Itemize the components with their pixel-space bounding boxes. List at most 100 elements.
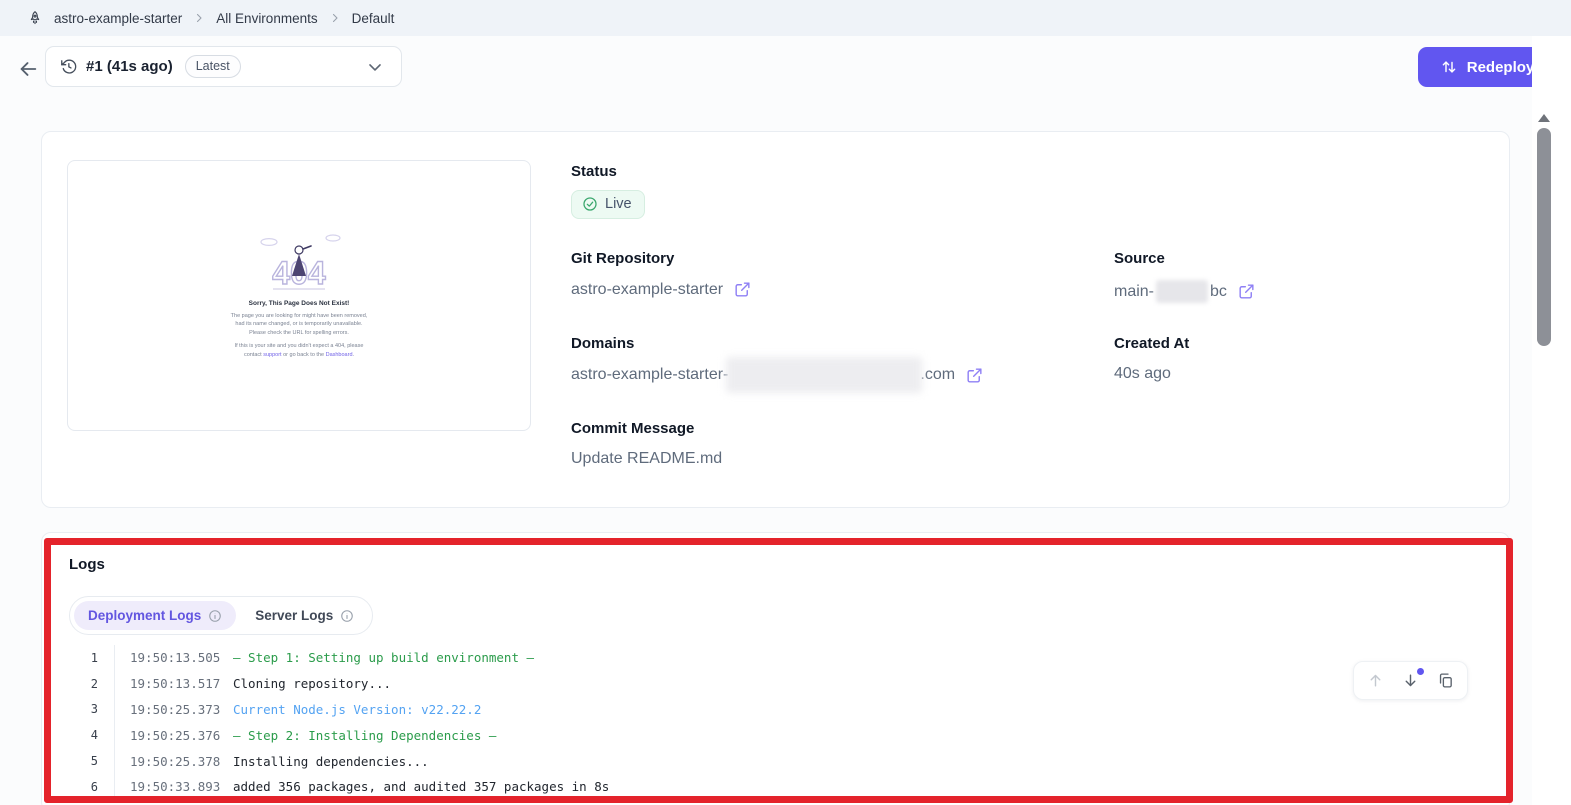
domain-prefix: astro-example-starter- — [571, 366, 729, 383]
redacted-commit-hash — [1156, 280, 1209, 303]
source-hash-suffix: bc — [1210, 282, 1227, 300]
status-label: Status — [571, 163, 617, 180]
preview-dashboard-link: Dashboard — [325, 351, 353, 358]
redeploy-arrows-icon — [1440, 58, 1458, 76]
preview-line1: The page you are looking for might have … — [230, 312, 368, 319]
scroll-to-bottom-button[interactable] — [1402, 668, 1424, 689]
deployment-overview-card: 404 Sorry, This Page Does Not Exist! The… — [41, 131, 1510, 508]
log-line-number: 2 — [90, 676, 98, 691]
source-label: Source — [1114, 250, 1165, 267]
preview-line4: If this is your site and you didn't expe… — [234, 343, 364, 350]
arrow-up-icon — [1370, 674, 1381, 687]
rocket-icon — [27, 10, 43, 26]
preview-line5-pre: contact — [243, 351, 264, 358]
external-link-icon[interactable] — [733, 280, 752, 299]
source-value: main-bc — [1114, 280, 1227, 303]
logs-title: Logs — [69, 556, 105, 573]
log-line: 2 19:50:13.517 Cloning repository... — [42, 670, 1509, 697]
page-scrollbar — [1532, 36, 1571, 805]
log-message: added 356 packages, and audited 357 pack… — [233, 779, 610, 795]
log-line-number: 6 — [90, 779, 98, 794]
external-link-icon[interactable] — [1237, 282, 1256, 301]
log-controls — [1353, 661, 1468, 700]
preview-paragraph: The page you are looking for might have … — [231, 312, 368, 338]
tab-server-logs[interactable]: Server Logs — [241, 601, 368, 630]
chevron-right-icon — [329, 12, 341, 24]
source-field: Source main-bc — [1114, 250, 1256, 303]
deployment-selector[interactable]: #1 (41s ago) Latest — [45, 46, 402, 87]
external-link-icon[interactable] — [965, 366, 984, 385]
status-badge: Live — [571, 190, 645, 219]
redeploy-label: Redeploy — [1466, 58, 1535, 76]
log-line: 5 19:50:25.378 Installing dependencies... — [42, 748, 1509, 774]
chevron-right-icon — [193, 12, 205, 24]
new-logs-indicator-dot — [1417, 668, 1424, 675]
check-circle-icon — [582, 196, 598, 212]
status-field: Status Live — [571, 163, 645, 219]
preview-support-link: support — [263, 351, 282, 358]
site-preview-thumbnail[interactable]: 404 Sorry, This Page Does Not Exist! The… — [67, 160, 531, 431]
log-line: 6 19:50:33.893 added 356 packages, and au… — [42, 773, 1509, 800]
domains-label: Domains — [571, 335, 635, 352]
log-message: Current Node.js Version: v22.22.2 — [233, 701, 482, 717]
info-icon[interactable] — [340, 609, 354, 623]
commit-message-value: Update README.md — [571, 450, 723, 467]
breadcrumb-default[interactable]: Default — [352, 11, 395, 26]
log-line: 3 19:50:25.373 Current Node.js Version: v… — [42, 696, 1509, 723]
breadcrumb: astro-example-starter All Environments D… — [0, 0, 1571, 36]
log-timestamp: 19:50:13.505 — [130, 650, 221, 666]
latest-badge: Latest — [184, 55, 241, 78]
log-viewer[interactable]: 1 19:50:13.505 — Step 1: Setting up build… — [42, 645, 1509, 800]
git-repository-label: Git Repository — [571, 250, 675, 267]
deployment-version-label: #1 (41s ago) — [86, 58, 173, 75]
log-timestamp: 19:50:25.376 — [130, 727, 221, 743]
breadcrumb-project[interactable]: astro-example-starter — [54, 11, 182, 26]
domain-value: astro-example-starter- .com — [571, 357, 956, 393]
redacted-domain — [726, 357, 923, 393]
preview-title: Sorry, This Page Does Not Exist! — [248, 299, 350, 307]
created-at-label: Created At — [1114, 335, 1190, 352]
log-line-number: 4 — [90, 728, 98, 743]
log-line: 1 19:50:13.505 — Step 1: Setting up build… — [42, 645, 1509, 671]
git-repository-value: astro-example-starter — [571, 280, 724, 298]
tab-server-logs-label: Server Logs — [255, 608, 334, 623]
back-button[interactable] — [14, 55, 42, 83]
history-icon — [60, 58, 77, 75]
page-header: #1 (41s ago) Latest Redeploy — [0, 36, 1571, 106]
logs-tab-group: Deployment Logs Server Logs — [69, 596, 374, 635]
log-timestamp: 19:50:13.517 — [130, 676, 221, 692]
log-timestamp: 19:50:25.378 — [130, 753, 221, 769]
arrow-left-icon — [20, 62, 37, 76]
log-line-number: 3 — [90, 702, 98, 717]
scrollbar-thumb[interactable] — [1537, 128, 1551, 346]
preview-line5-mid: or go back to the — [281, 351, 326, 358]
status-value: Live — [605, 196, 632, 212]
log-line-number: 5 — [90, 754, 98, 769]
git-repository-field: Git Repository astro-example-starter — [571, 250, 752, 299]
preview-paragraph2: If this is your site and you didn't expe… — [235, 342, 364, 359]
scrollbar-up-arrow[interactable] — [1538, 114, 1550, 122]
tab-deployment-logs[interactable]: Deployment Logs — [74, 601, 237, 630]
source-branch-prefix: main- — [1114, 282, 1155, 300]
log-line-number: 1 — [90, 650, 98, 665]
commit-message-field: Commit Message Update README.md — [571, 420, 722, 468]
arrow-down-icon — [1405, 674, 1416, 687]
scroll-to-top-button[interactable] — [1367, 672, 1384, 689]
copy-logs-button[interactable] — [1437, 672, 1454, 689]
created-at-value: 40s ago — [1114, 365, 1171, 382]
copy-icon — [1439, 673, 1452, 688]
logs-card: Logs Deployment Logs Server Logs 1 19:50… — [41, 532, 1510, 805]
preview-line5-end: . — [352, 351, 355, 358]
info-icon[interactable] — [208, 609, 222, 623]
created-at-field: Created At 40s ago — [1114, 335, 1189, 383]
domain-suffix: .com — [920, 366, 956, 383]
tab-deployment-logs-label: Deployment Logs — [88, 608, 202, 623]
log-message: Installing dependencies... — [233, 753, 429, 769]
log-line: 4 19:50:25.376 — Step 2: Installing Depen… — [42, 722, 1509, 749]
commit-message-label: Commit Message — [571, 420, 695, 437]
log-message: — Step 2: Installing Dependencies — — [233, 727, 497, 743]
breadcrumb-environments[interactable]: All Environments — [216, 11, 317, 26]
log-timestamp: 19:50:25.373 — [130, 701, 221, 717]
chevron-down-icon — [365, 57, 385, 77]
domains-field: Domains astro-example-starter- .com — [571, 335, 984, 393]
